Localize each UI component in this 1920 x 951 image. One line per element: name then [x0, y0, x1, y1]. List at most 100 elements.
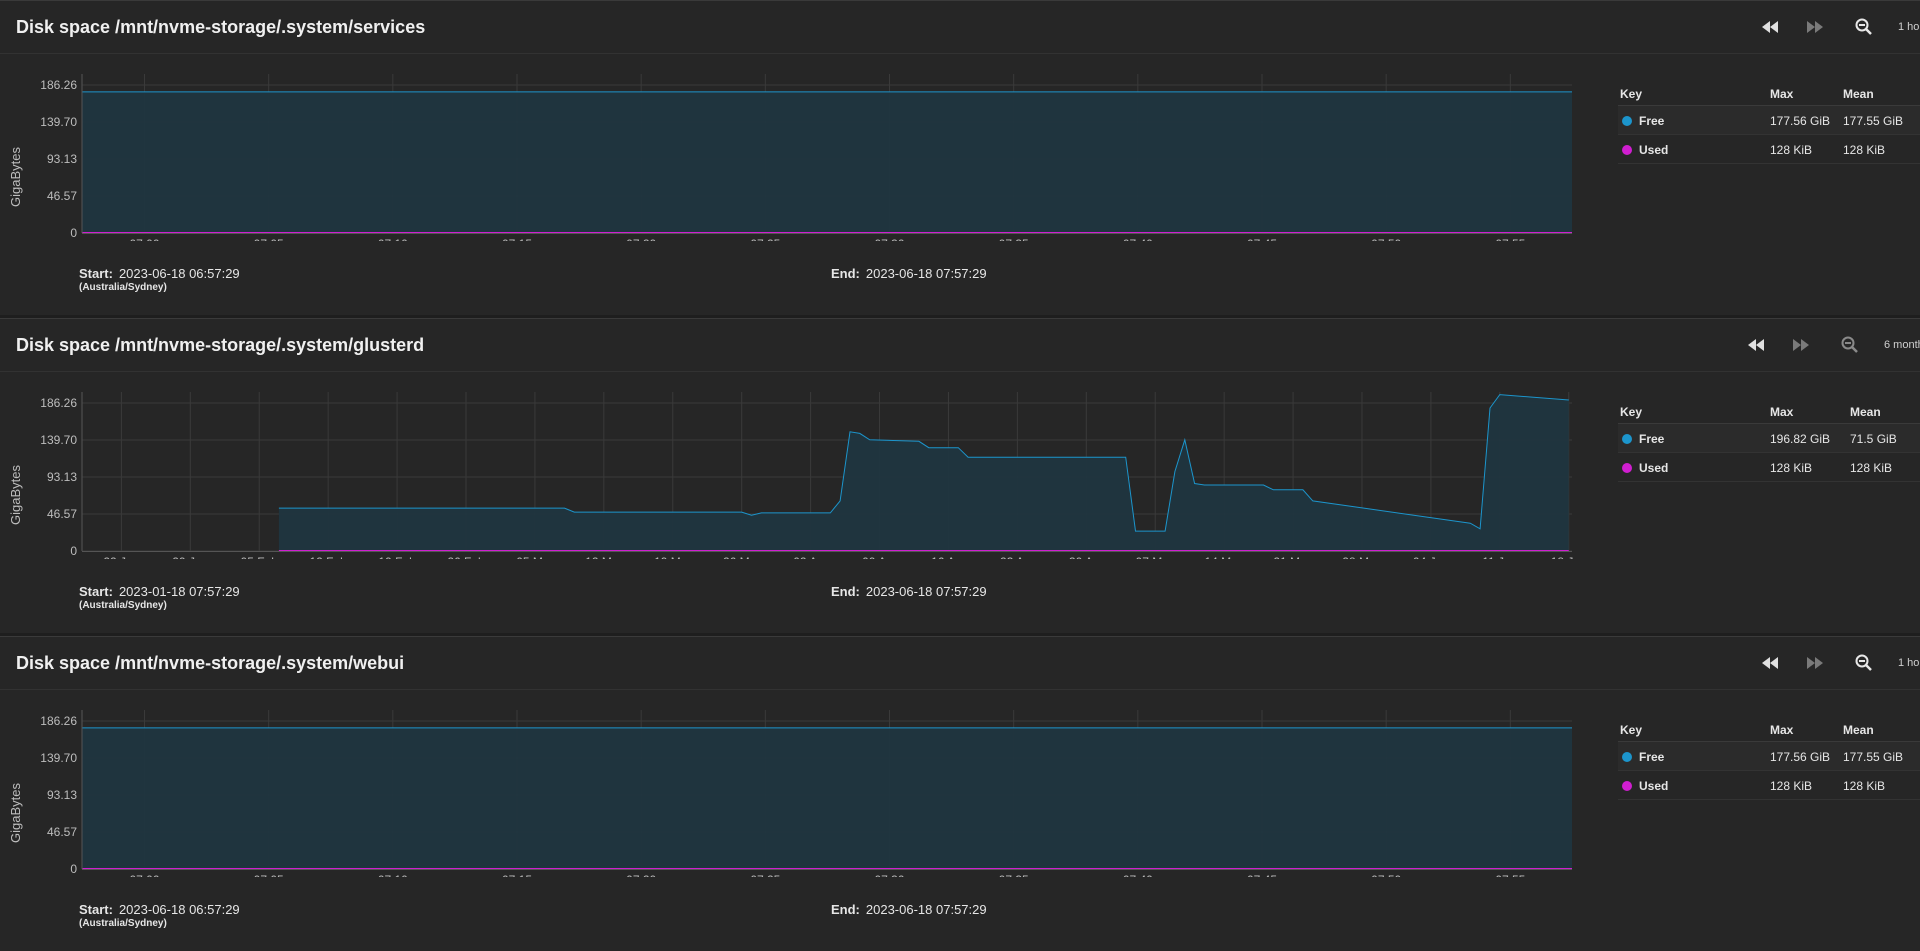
- legend-table: Key Max Mean Free 177.56 GiB 177.55 GiB …: [1618, 719, 1920, 800]
- chart-panel: Disk space /mnt/nvme-storage/.system/web…: [0, 636, 1920, 951]
- legend-max-header: Max: [1770, 723, 1794, 737]
- start-label: Start:: [79, 902, 113, 917]
- x-tick-label: 07:25: [750, 873, 780, 877]
- start-time: Start: 2023-01-18 07:57:29: [79, 584, 240, 599]
- legend-max-value: 128 KiB: [1770, 779, 1813, 793]
- x-tick-label: 05 Mar: [516, 555, 553, 559]
- x-tick-label: 07:55: [1495, 237, 1525, 241]
- time-range-selector[interactable]: 1 hour: [1898, 657, 1920, 669]
- legend-mean-value: 128 KiB: [1850, 461, 1893, 475]
- legend-series: Free: [1622, 432, 1664, 446]
- legend-row-used[interactable]: Used 128 KiB 128 KiB: [1618, 135, 1920, 164]
- x-tick-label: 07:05: [254, 237, 284, 241]
- free-series-dot-icon: [1622, 116, 1632, 126]
- legend-key-header: Key: [1620, 87, 1643, 101]
- legend-row-free[interactable]: Free 196.82 GiB 71.5 GiB: [1618, 424, 1920, 453]
- free-series-area: [82, 727, 1572, 869]
- x-tick-label: 07:35: [999, 873, 1029, 877]
- y-tick-label: 186.26: [40, 78, 77, 92]
- start-value: 2023-06-18 06:57:29: [118, 266, 240, 281]
- x-tick-label: 07:45: [1247, 237, 1277, 241]
- x-tick-label: 19 Mar: [654, 555, 691, 559]
- step-back-button[interactable]: [1744, 334, 1768, 356]
- legend-max-header: Max: [1770, 405, 1794, 419]
- time-range-selector[interactable]: 6 months: [1884, 339, 1920, 351]
- legend-mean-value: 128 KiB: [1843, 779, 1886, 793]
- legend-series: Used: [1622, 461, 1668, 475]
- legend-row-free[interactable]: Free 177.56 GiB 177.55 GiB: [1618, 106, 1920, 135]
- x-tick-label: 18 Jun: [1551, 555, 1580, 559]
- legend-row-used[interactable]: Used 128 KiB 128 KiB: [1618, 771, 1920, 800]
- fast-forward-icon: [1807, 657, 1823, 669]
- start-time: Start: 2023-06-18 06:57:29: [79, 266, 240, 281]
- x-tick-label: 19 Feb: [378, 555, 416, 559]
- x-tick-label: 14 May: [1204, 555, 1243, 559]
- fast-forward-icon: [1807, 21, 1823, 33]
- x-tick-label: 12 Mar: [585, 555, 622, 559]
- y-tick-label: 186.26: [40, 396, 77, 410]
- legend-mean-value: 71.5 GiB: [1850, 432, 1897, 446]
- x-tick-label: 07:20: [626, 237, 656, 241]
- x-tick-label: 07:45: [1247, 873, 1277, 877]
- x-tick-label: 04 Jun: [1413, 555, 1449, 559]
- legend-table: Key Max Mean Free 177.56 GiB 177.55 GiB …: [1618, 83, 1920, 164]
- end-time: End: 2023-06-18 07:57:29: [831, 902, 987, 917]
- time-range-selector[interactable]: 1 hour: [1898, 21, 1920, 33]
- used-series-dot-icon: [1622, 145, 1632, 155]
- legend-header: Key Max Mean: [1618, 719, 1920, 742]
- legend-row-free[interactable]: Free 177.56 GiB 177.55 GiB: [1618, 742, 1920, 771]
- step-forward-button[interactable]: [1803, 652, 1827, 674]
- step-back-button[interactable]: [1758, 16, 1782, 38]
- legend-mean-header: Mean: [1850, 405, 1881, 419]
- x-tick-label: 07:40: [1123, 237, 1153, 241]
- step-forward-button[interactable]: [1803, 16, 1827, 38]
- step-back-button[interactable]: [1758, 652, 1782, 674]
- step-forward-button[interactable]: [1789, 334, 1813, 356]
- x-tick-label: 29 Jan: [172, 555, 208, 559]
- legend-series-name: Used: [1639, 143, 1669, 157]
- free-series-dot-icon: [1622, 752, 1632, 762]
- x-tick-label: 07:10: [378, 873, 408, 877]
- x-tick-label: 07:15: [502, 873, 532, 877]
- legend-max-value: 128 KiB: [1770, 461, 1813, 475]
- y-tick-label: 0: [70, 544, 77, 558]
- legend-key-header: Key: [1620, 723, 1643, 737]
- y-tick-label: 93.13: [47, 152, 77, 166]
- zoom-out-button[interactable]: [1838, 334, 1862, 356]
- panel-title: Disk space /mnt/nvme-storage/.system/web…: [16, 653, 405, 673]
- x-tick-label: 05 Feb: [241, 555, 279, 559]
- legend-header: Key Max Mean: [1618, 83, 1920, 106]
- legend-max-header: Max: [1770, 87, 1794, 101]
- y-tick-label: 139.70: [40, 433, 77, 447]
- y-tick-label: 46.57: [47, 825, 77, 839]
- x-tick-label: 07:00: [129, 873, 159, 877]
- legend-max-value: 177.56 GiB: [1770, 114, 1831, 128]
- end-label: End:: [831, 584, 860, 599]
- legend-row-used[interactable]: Used 128 KiB 128 KiB: [1618, 453, 1920, 482]
- legend-mean-value: 128 KiB: [1843, 143, 1886, 157]
- start-label: Start:: [79, 584, 113, 599]
- y-axis-label: GigaBytes: [8, 147, 23, 207]
- free-series-area: [82, 91, 1572, 234]
- zoom-out-button[interactable]: [1852, 652, 1876, 674]
- rewind-icon: [1762, 21, 1778, 33]
- x-tick-label: 09 Apr: [862, 555, 897, 559]
- legend-series-name: Used: [1639, 779, 1669, 793]
- legend-max-value: 177.56 GiB: [1770, 750, 1831, 764]
- start-label: Start:: [79, 266, 113, 281]
- legend-mean-value: 177.55 GiB: [1843, 750, 1904, 764]
- zoom-out-button[interactable]: [1852, 16, 1876, 38]
- y-axis-label: GigaBytes: [8, 465, 23, 525]
- x-tick-label: 07:30: [874, 237, 904, 241]
- x-tick-label: 12 Feb: [309, 555, 347, 559]
- x-tick-label: 07:55: [1495, 873, 1525, 877]
- legend-mean-header: Mean: [1843, 723, 1874, 737]
- end-value: 2023-06-18 07:57:29: [865, 266, 987, 281]
- start-value: 2023-06-18 06:57:29: [118, 902, 240, 917]
- x-tick-label: 07:05: [254, 873, 284, 877]
- x-tick-label: 07:20: [626, 873, 656, 877]
- end-value: 2023-06-18 07:57:29: [865, 902, 987, 917]
- x-tick-label: 07:15: [502, 237, 532, 241]
- timezone-label: (Australia/Sydney): [79, 918, 167, 929]
- rewind-icon: [1748, 339, 1764, 351]
